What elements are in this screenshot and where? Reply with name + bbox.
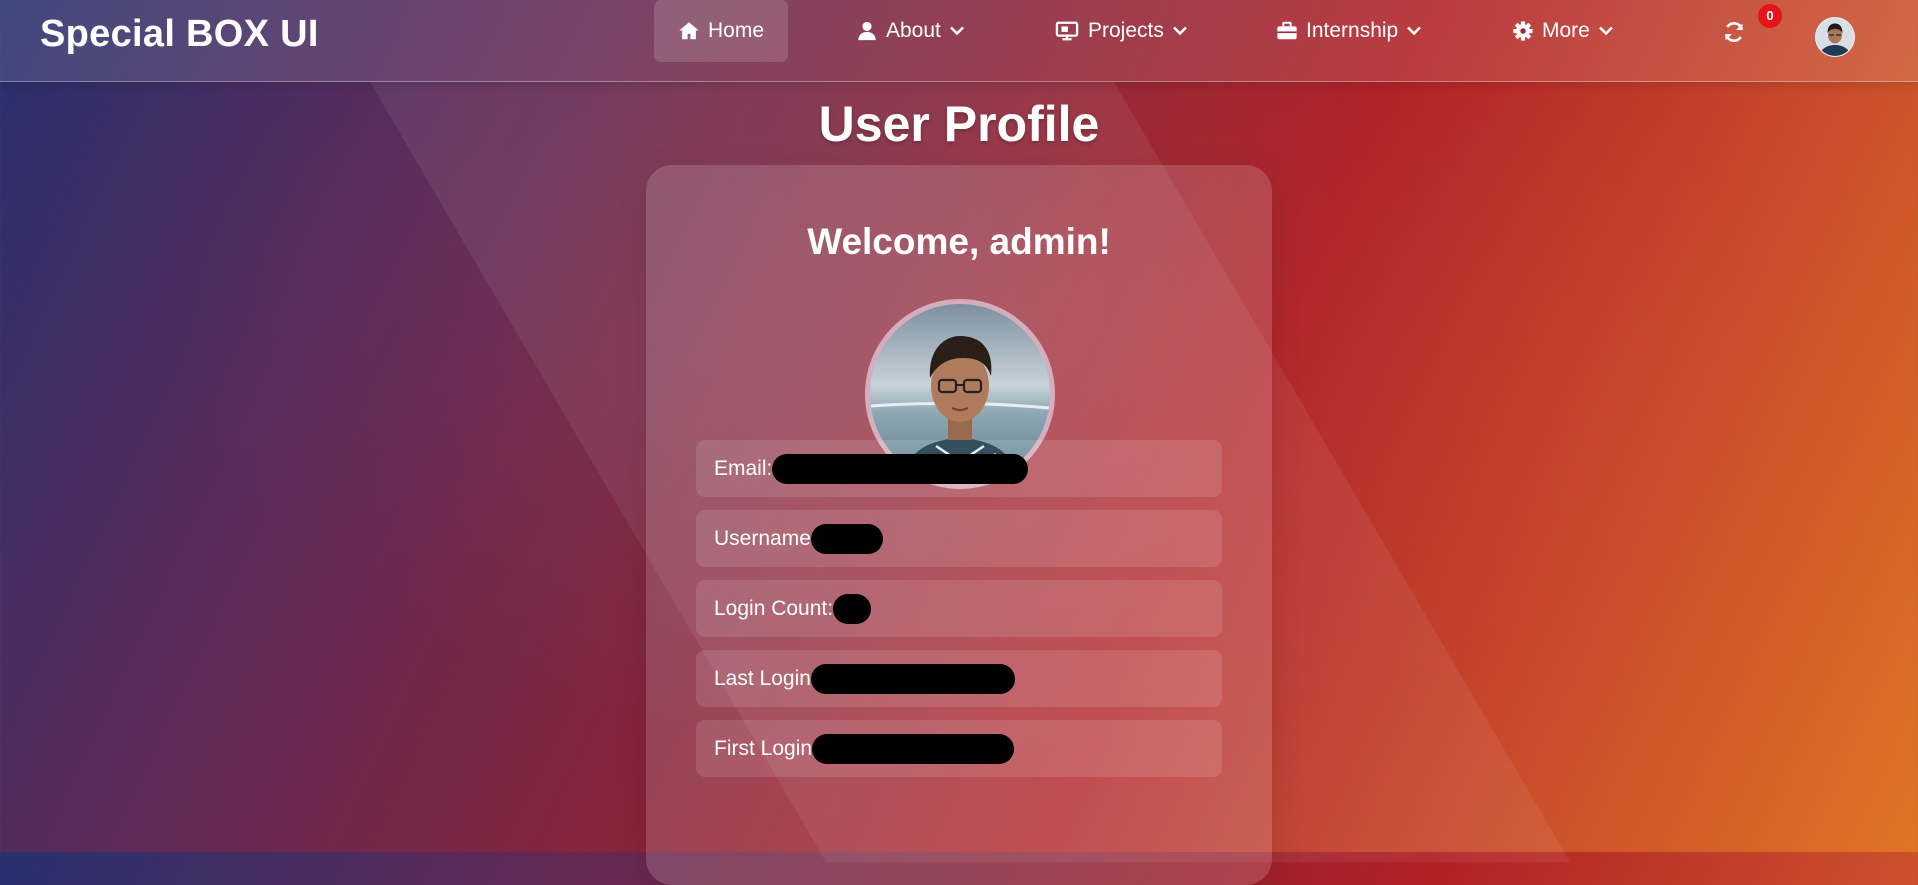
nav-projects[interactable]: Projects — [1054, 0, 1188, 62]
nav-about-label: About — [886, 19, 941, 42]
presentation-icon — [1055, 21, 1079, 41]
notification-badge: 0 — [1758, 4, 1782, 28]
nav-home[interactable]: Home — [654, 0, 789, 62]
last-login-label: Last Login — [714, 666, 811, 690]
last-login-row: Last Login — [696, 650, 1222, 707]
refresh-icon[interactable] — [1722, 20, 1746, 44]
username-value-redacted — [810, 523, 883, 554]
brand-logo[interactable]: Special BOX UI — [40, 13, 319, 56]
login-count-row: Login Count: — [696, 580, 1222, 637]
nav-projects-label: Projects — [1088, 19, 1164, 42]
username-row: Username — [696, 510, 1222, 567]
chevron-down-icon — [1407, 26, 1422, 36]
home-icon — [679, 22, 699, 40]
nav-about[interactable]: About — [856, 0, 965, 62]
first-login-value-redacted — [812, 733, 1015, 764]
chevron-down-icon — [1172, 26, 1187, 36]
first-login-label: First Login — [714, 736, 813, 760]
nav-internship-label: Internship — [1306, 19, 1399, 42]
chevron-down-icon — [950, 26, 964, 36]
email-label: Email: — [714, 456, 773, 480]
nav-more[interactable]: More — [1512, 0, 1614, 62]
nav-internship[interactable]: Internship — [1276, 0, 1422, 62]
login-count-label: Login Count: — [714, 596, 834, 620]
nav-home-label: Home — [708, 19, 765, 42]
user-icon — [858, 21, 876, 41]
top-navbar: Special BOX UI Home About Projects Inter… — [0, 0, 1918, 82]
chevron-down-icon — [1598, 26, 1613, 36]
username-label: Username — [714, 526, 811, 550]
email-value-redacted — [772, 453, 1029, 484]
user-avatar[interactable] — [1815, 17, 1855, 57]
login-count-value-redacted — [833, 593, 872, 624]
gear-icon — [1513, 21, 1533, 41]
briefcase-icon — [1277, 21, 1297, 40]
avatar-image — [1816, 18, 1854, 56]
last-login-value-redacted — [810, 663, 1015, 694]
profile-card: Welcome, admin! Email: Username Login Co… — [646, 165, 1272, 885]
email-row: Email: — [696, 440, 1222, 497]
first-login-row: First Login — [696, 720, 1222, 777]
nav-more-label: More — [1542, 19, 1590, 42]
page-title: User Profile — [818, 96, 1100, 152]
welcome-heading: Welcome, admin! — [807, 221, 1111, 262]
